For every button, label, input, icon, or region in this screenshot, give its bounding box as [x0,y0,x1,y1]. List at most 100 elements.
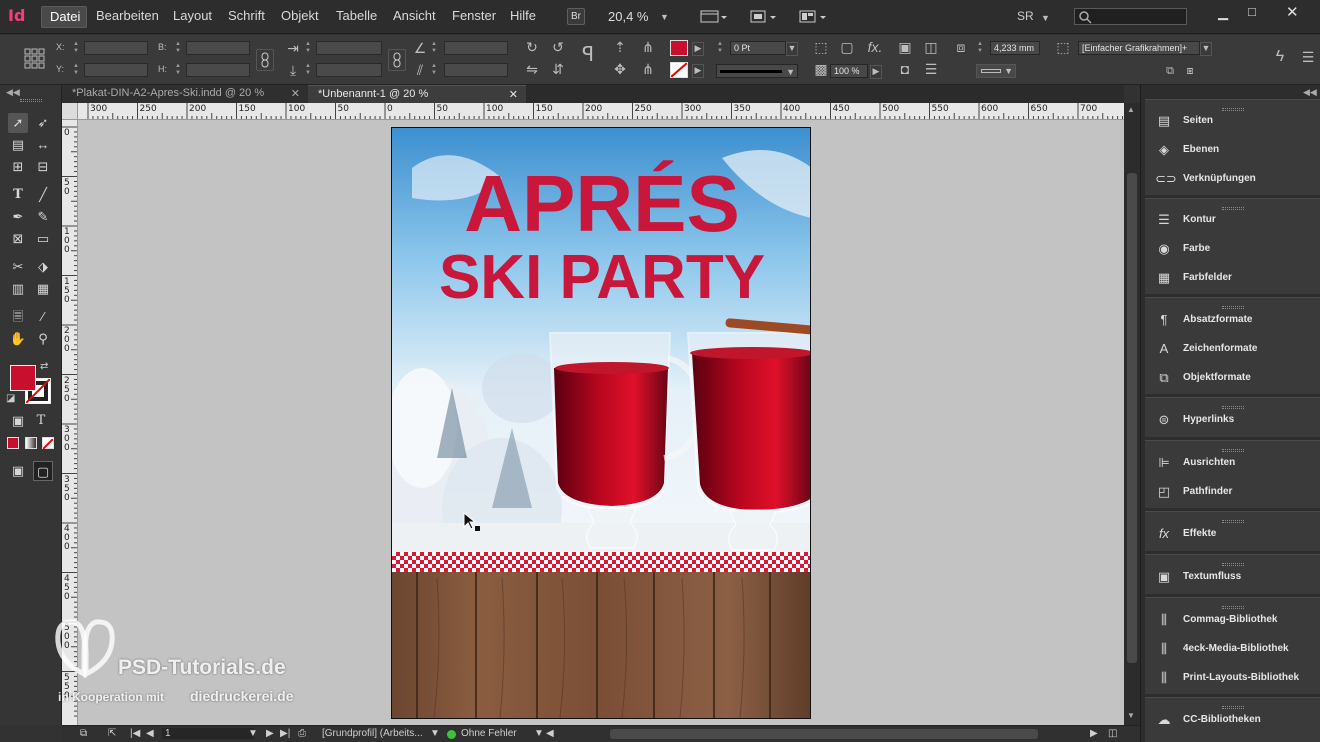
height-field[interactable] [186,63,250,77]
stroke-swatch[interactable] [670,62,688,78]
select-container-icon[interactable]: ⇡ [610,39,630,55]
fill-color-swatch[interactable] [10,365,36,391]
default-colors-icon[interactable]: ◪ [6,393,15,404]
menu-tabelle[interactable]: Tabelle [336,8,377,23]
frame-width-field[interactable]: 4,233 mm [990,41,1040,55]
selection-tool-icon[interactable]: ➚ [8,113,28,133]
minimize-window-icon[interactable]: ▁ [1218,5,1228,21]
open-page-icon[interactable]: ⇱ [108,728,116,739]
panel-grip[interactable] [1145,698,1320,709]
gradient-feather-tool-icon[interactable]: ▦ [33,279,53,299]
rotate-ccw-icon[interactable]: ↺ [548,39,568,55]
panel-item-commag-bibliothek[interactable]: ⫼ Commag-Bibliothek [1145,606,1320,635]
pen-tool-icon[interactable]: ✒ [8,207,28,227]
rotate-cw-icon[interactable]: ↻ [522,39,542,55]
panel-item-effekte[interactable]: fx Effekte [1145,520,1320,549]
scale-x-stepper[interactable]: ▲ ▼ [304,41,312,55]
object-style-dropdown-icon[interactable]: ▼ [1200,42,1212,56]
normal-view-icon[interactable]: ▣ [8,461,28,481]
ruler-origin[interactable] [62,103,78,120]
close-tab-icon[interactable]: ✕ [291,87,300,100]
menu-schrift[interactable]: Schrift [228,8,265,23]
panel-item-farbfelder[interactable]: ▦ Farbfelder [1145,264,1320,293]
drop-shadow-icon[interactable]: ▢ [838,39,856,55]
panel-item-objektformate[interactable]: ⧉ Objektformate [1145,364,1320,393]
note-tool-icon[interactable]: 🗏 [8,307,28,327]
toolbox-grip[interactable] [20,99,42,102]
rectangle-frame-tool-icon[interactable]: ⊠ [8,229,28,249]
scale-y-field[interactable] [316,63,382,77]
next-page-icon[interactable]: ▶ [266,728,274,739]
line-tool-icon[interactable]: ╱ [33,185,53,205]
pencil-tool-icon[interactable]: ✎ [33,207,53,227]
panel-item-pathfinder[interactable]: ◰ Pathfinder [1145,478,1320,507]
panel-item-hyperlinks[interactable]: ⊜ Hyperlinks [1145,406,1320,435]
preview-mode-icon[interactable]: ▢ [33,461,53,481]
align-stroke-select[interactable]: ▼ [976,64,1016,78]
expand-panels-icon[interactable]: ◀◀ [1303,87,1317,98]
zoom-level[interactable]: 20,4 % [608,9,648,24]
clear-overrides-icon[interactable]: ⧉ [1162,63,1178,79]
fill-dropdown-icon[interactable]: ▶ [692,42,704,56]
panel-grip[interactable] [1145,298,1320,309]
opacity-field[interactable]: 100 % [830,64,868,78]
apply-gradient-icon[interactable] [25,437,37,449]
flip-vertical-icon[interactable]: ⇵ [548,61,568,77]
fill-frame-proportionally-icon[interactable]: ☰ [922,61,940,77]
close-window-icon[interactable]: ✕ [1286,3,1299,21]
panel-item-ausrichten[interactable]: ⊫ Ausrichten [1145,449,1320,478]
shear-stepper[interactable]: ▲ ▼ [430,63,438,77]
clear-attributes-icon[interactable]: ⧆ [1182,63,1198,79]
height-stepper[interactable]: ▲ ▼ [174,63,182,77]
scale-x-field[interactable] [316,41,382,55]
apply-none-icon[interactable] [42,437,54,450]
formatting-text-icon[interactable]: T [31,411,51,431]
rectangle-tool-icon[interactable]: ▭ [33,229,53,249]
shear-field[interactable] [444,63,508,77]
scale-y-stepper[interactable]: ▲ ▼ [304,63,312,77]
scroll-down-icon[interactable]: ▼ [1127,711,1135,720]
previous-page-icon[interactable]: ◀ [146,728,154,739]
first-page-icon[interactable]: |◀ [130,728,140,739]
menu-fenster[interactable]: Fenster [452,8,496,23]
stroke-weight-stepper[interactable]: ▲ ▼ [716,41,724,55]
tab-plakat-document[interactable]: *Plakat-DIN-A2-Apres-Ski.indd @ 20 % ✕ [62,85,308,103]
object-style-select[interactable]: [Einfacher Grafikrahmen]+ [1078,41,1200,55]
page-dropdown-icon[interactable]: ▼ [248,728,258,739]
content-collector-icon[interactable]: ⊞ [8,157,28,177]
fit-frame-icon[interactable]: ⬚ [812,39,830,55]
effects-fx-icon[interactable]: fx. [864,39,886,55]
x-field[interactable] [84,41,148,55]
auto-fit-icon[interactable]: ⧈ [952,39,970,55]
frame-width-stepper[interactable]: ▲ ▼ [976,41,984,55]
y-field[interactable] [84,63,148,77]
fit-frame-to-content-icon[interactable]: ◫ [922,39,940,55]
menu-objekt[interactable]: Objekt [281,8,319,23]
select-previous-icon[interactable]: ⋔ [638,39,658,55]
preflight-profile[interactable]: [Grundprofil] (Arbeits... [322,728,423,739]
poster-page[interactable]: APRÉS SKI PARTY [391,127,811,719]
panel-item-seiten[interactable]: ▤ Seiten [1145,107,1320,136]
eyedropper-tool-icon[interactable]: ⁄ [33,307,53,327]
panel-item-ebenen[interactable]: ◈ Ebenen [1145,136,1320,165]
scroll-left-icon[interactable]: ◀ [546,728,562,739]
stroke-weight-field[interactable]: 0 Pt [730,41,786,55]
swap-colors-icon[interactable]: ⇄ [40,361,48,372]
page-tool-icon[interactable]: ▤ [8,135,28,155]
stroke-type-select[interactable]: ▼ [716,64,798,78]
menu-hilfe[interactable]: Hilfe [510,8,536,23]
poster-headline-apres[interactable]: APRÉS [464,159,740,248]
panel-item-cc-bibliotheken[interactable]: ☁ CC-Bibliotheken [1145,706,1320,735]
arrange-documents-icon[interactable] [798,8,830,25]
bridge-button[interactable]: Br [567,8,585,25]
menu-ansicht[interactable]: Ansicht [393,8,436,23]
panel-item-kontur[interactable]: ☰ Kontur [1145,206,1320,235]
fit-content-proportionally-icon[interactable]: ▣ [896,39,914,55]
preflight-status[interactable]: Ohne Fehler [461,728,517,739]
direct-selection-tool-icon[interactable]: ➶ [33,113,53,133]
opacity-dropdown-icon[interactable]: ▶ [870,65,882,79]
horizontal-scroll-thumb[interactable] [610,729,1038,739]
vertical-scrollbar[interactable]: ▲ ▼ [1124,103,1140,725]
split-window-icon[interactable]: ◫ [1108,728,1117,739]
stroke-dropdown-icon[interactable]: ▶ [692,64,704,78]
